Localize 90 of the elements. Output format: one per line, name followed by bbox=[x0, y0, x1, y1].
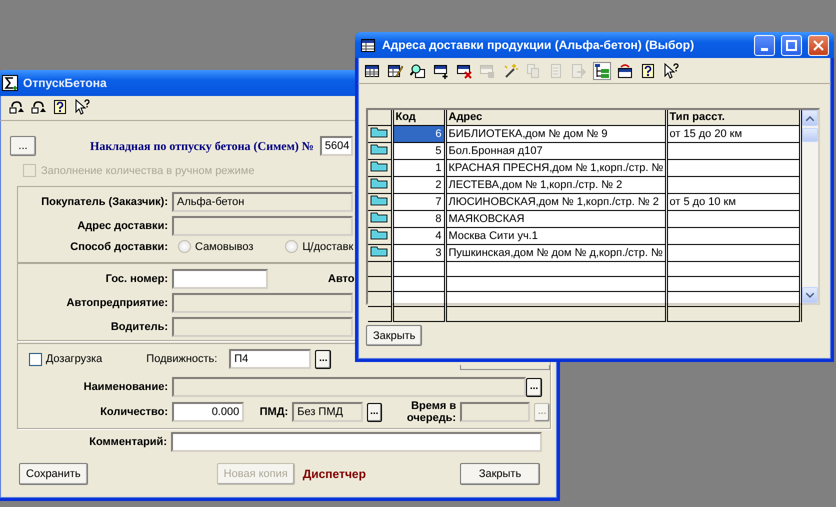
more-button[interactable]: ... bbox=[526, 378, 542, 396]
field-label: ПМД: bbox=[258, 406, 288, 418]
more-button[interactable]: ... bbox=[10, 136, 36, 156]
row-add-icon[interactable] bbox=[433, 63, 449, 79]
table-cell[interactable]: Бол.Бронная д107 bbox=[445, 142, 666, 159]
more-button[interactable]: ... bbox=[366, 402, 382, 422]
table-cell[interactable]: Москва Сити уч.1 bbox=[445, 227, 666, 244]
checkbox[interactable] bbox=[28, 352, 42, 366]
field-label: Адрес доставки: bbox=[76, 220, 168, 232]
field-label: Подвижность: bbox=[146, 353, 218, 365]
table-cell[interactable]: МАЯКОВСКАЯ bbox=[445, 210, 666, 227]
input-field[interactable] bbox=[172, 377, 526, 397]
column-header[interactable]: Тип расст. bbox=[666, 110, 800, 125]
radio-button[interactable] bbox=[178, 240, 191, 253]
input-field[interactable] bbox=[172, 317, 353, 337]
pointer-help-icon[interactable] bbox=[663, 63, 679, 79]
field-label: Время в очередь: bbox=[406, 400, 456, 424]
maximize-icon bbox=[786, 40, 797, 50]
pointer-help-icon[interactable] bbox=[74, 99, 90, 115]
more-button[interactable]: ... bbox=[315, 350, 332, 368]
role-label: Диспетчер bbox=[302, 467, 366, 481]
table-cell[interactable]: 8 bbox=[392, 210, 445, 227]
window-title: ОтпускБетона bbox=[23, 76, 107, 90]
field-label: Гос. номер: bbox=[104, 273, 168, 285]
row-delete-icon[interactable] bbox=[456, 63, 472, 79]
close-button[interactable]: Закрыть bbox=[460, 463, 540, 485]
table-cell[interactable]: ЛЮСИНОВСКАЯ,дом № 1,корп./стр. № 2 bbox=[445, 193, 666, 210]
column-header[interactable]: Адрес bbox=[445, 110, 666, 125]
field-label: Покупатель (Заказчик): bbox=[40, 196, 168, 208]
table-cell[interactable]: 7 bbox=[392, 193, 445, 210]
magnifier-icon[interactable] bbox=[410, 63, 426, 79]
field-label: Количество: bbox=[99, 406, 168, 418]
table-cell[interactable]: 2 bbox=[392, 176, 445, 193]
input-field[interactable] bbox=[460, 365, 550, 370]
table-cell[interactable]: КРАСНАЯ ПРЕСНЯ,дом № 1,корп./стр. № bbox=[445, 159, 666, 176]
table-cell[interactable]: 3 bbox=[392, 244, 445, 261]
field-label: Авто bbox=[328, 273, 355, 285]
table-arrow-icon[interactable] bbox=[617, 63, 633, 79]
number-field[interactable]: 5604 bbox=[320, 136, 353, 156]
curved-arrow-icon[interactable] bbox=[8, 99, 24, 115]
table-edit-icon[interactable] bbox=[387, 63, 403, 79]
scroll-down-button[interactable] bbox=[802, 287, 818, 303]
field-label: Способ доставки: bbox=[69, 240, 168, 252]
input-field[interactable] bbox=[172, 269, 268, 289]
minimize-button[interactable] bbox=[754, 34, 775, 56]
radio-label: Ц/доставк bbox=[302, 240, 354, 252]
caret-up-icon bbox=[806, 116, 814, 120]
input-field[interactable] bbox=[172, 216, 353, 236]
input-field[interactable]: 0.000 bbox=[172, 402, 244, 422]
scroll-thumb[interactable] bbox=[802, 128, 818, 142]
table-cell[interactable]: 4 bbox=[392, 227, 445, 244]
tree-icon[interactable] bbox=[594, 63, 610, 79]
input-field[interactable]: Без ПМД bbox=[292, 402, 362, 422]
radio-label: Самовывоз bbox=[195, 240, 254, 252]
table-icon bbox=[360, 37, 376, 53]
checkbox-label: Дозагрузка bbox=[46, 353, 102, 365]
wand-icon[interactable] bbox=[502, 63, 518, 79]
scrollbar[interactable] bbox=[802, 110, 818, 303]
field-label: Автопредприятие: bbox=[66, 297, 168, 309]
input-field[interactable] bbox=[172, 293, 353, 313]
radio-button[interactable] bbox=[285, 240, 298, 253]
maximize-button[interactable] bbox=[781, 34, 802, 56]
table-cell[interactable]: ЛЕСТЕВА,дом № 1,корп./стр. № 2 bbox=[445, 176, 666, 193]
scroll-up-button[interactable] bbox=[802, 110, 818, 126]
minimize-icon bbox=[761, 48, 768, 50]
input-field[interactable]: П4 bbox=[229, 349, 312, 369]
checkbox-label: Заполнение количества в ручном режиме bbox=[41, 164, 254, 176]
table-cell[interactable]: 6 bbox=[392, 125, 445, 142]
help-icon[interactable] bbox=[640, 63, 656, 79]
table-cell[interactable]: Пушкинская,дом № дом № д,корп./стр. № bbox=[445, 244, 666, 261]
caret-down-icon bbox=[806, 292, 814, 298]
close-icon bbox=[813, 40, 824, 50]
document-icon bbox=[2, 75, 18, 91]
input-field[interactable]: Альфа-бетон bbox=[172, 192, 353, 212]
curved-arrow-icon[interactable] bbox=[30, 99, 46, 115]
window-title: Адреса доставки продукции (Альфа-бетон) (Выбор) bbox=[382, 38, 696, 52]
table-cell[interactable]: 5 bbox=[392, 142, 445, 159]
field-label: Водитель: bbox=[110, 321, 168, 333]
save-button[interactable]: Сохранить bbox=[19, 463, 88, 485]
field-label: Наименование: bbox=[82, 381, 168, 393]
help-icon[interactable] bbox=[52, 99, 68, 115]
close-button[interactable] bbox=[808, 34, 829, 56]
form-heading: Накладная по отпуску бетона (Симем) № bbox=[90, 138, 314, 154]
close-button[interactable]: Закрыть bbox=[366, 325, 422, 346]
field-label: Комментарий: bbox=[88, 436, 167, 448]
input-field[interactable] bbox=[171, 432, 542, 452]
table-icon[interactable] bbox=[364, 63, 380, 79]
column-header[interactable]: Код bbox=[392, 110, 445, 125]
table-cell[interactable]: 1 bbox=[392, 159, 445, 176]
table-cell[interactable]: БИБЛИОТЕКА,дом № дом № 9 bbox=[445, 125, 666, 142]
